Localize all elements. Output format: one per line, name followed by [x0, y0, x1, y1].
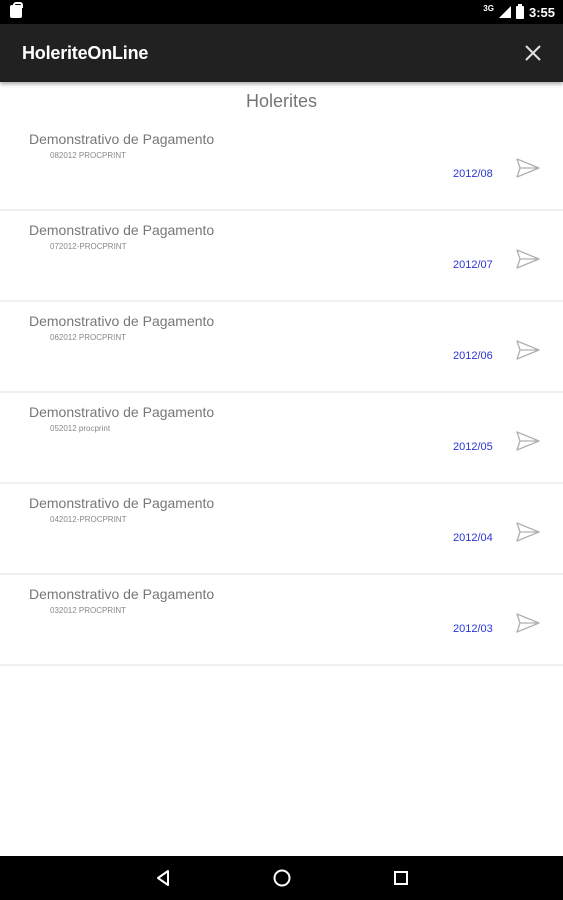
recents-button[interactable] [390, 867, 412, 889]
list-item[interactable]: Demonstrativo de Pagamento 032012 PROCPR… [0, 575, 563, 666]
send-icon[interactable] [515, 611, 541, 635]
item-title: Demonstrativo de Pagamento [29, 313, 215, 329]
signal-icon [498, 6, 511, 18]
network-type-label: 3G [483, 3, 494, 13]
status-indicators: 3G 3:55 [483, 0, 555, 24]
item-date: 2012/03 [453, 623, 493, 635]
item-subtitle: 062012 PROCPRINT [50, 333, 127, 342]
item-date: 2012/05 [453, 441, 493, 453]
list-item[interactable]: Demonstrativo de Pagamento 072012-PROCPR… [0, 211, 563, 302]
home-button[interactable] [271, 867, 293, 889]
item-subtitle: 042012-PROCPRINT [50, 515, 127, 524]
recents-square-icon [394, 871, 408, 885]
item-title: Demonstrativo de Pagamento [29, 222, 215, 238]
item-title: Demonstrativo de Pagamento [29, 404, 215, 420]
status-bar: 3G 3:55 [0, 0, 563, 24]
notification-bag-icon [10, 2, 23, 18]
item-title: Demonstrativo de Pagamento [29, 131, 215, 147]
close-button[interactable] [517, 37, 549, 69]
item-subtitle: 082012 PROCPRINT [50, 151, 127, 160]
app-bar: HoleriteOnLine [0, 24, 563, 82]
close-icon [525, 45, 541, 61]
item-subtitle: 052012 procprint [50, 424, 111, 433]
item-date: 2012/08 [453, 168, 493, 180]
page-title: Holerites [245, 91, 318, 111]
list-item[interactable]: Demonstrativo de Pagamento 042012-PROCPR… [0, 484, 563, 575]
item-date: 2012/07 [453, 259, 493, 271]
back-button[interactable] [152, 867, 174, 889]
send-icon[interactable] [515, 520, 541, 544]
status-clock: 3:55 [528, 4, 555, 20]
send-icon[interactable] [515, 156, 541, 180]
main-content: Holerites Demonstrativo de Pagamento 082… [0, 82, 563, 856]
send-icon[interactable] [515, 429, 541, 453]
item-subtitle: 032012 PROCPRINT [50, 606, 127, 615]
system-nav-bar [0, 856, 563, 900]
send-icon[interactable] [515, 247, 541, 271]
payslip-list: Demonstrativo de Pagamento 082012 PROCPR… [0, 120, 563, 666]
item-date: 2012/06 [453, 350, 493, 362]
back-triangle-icon [157, 870, 169, 886]
item-title: Demonstrativo de Pagamento [29, 495, 215, 511]
item-title: Demonstrativo de Pagamento [29, 586, 215, 602]
item-subtitle: 072012-PROCPRINT [50, 242, 127, 251]
list-item[interactable]: Demonstrativo de Pagamento 062012 PROCPR… [0, 302, 563, 393]
app-title: HoleriteOnLine [22, 43, 149, 63]
send-icon[interactable] [515, 338, 541, 362]
home-circle-icon [273, 869, 291, 887]
list-item[interactable]: Demonstrativo de Pagamento 082012 PROCPR… [0, 120, 563, 211]
list-item[interactable]: Demonstrativo de Pagamento 052012 procpr… [0, 393, 563, 484]
item-date: 2012/04 [453, 532, 493, 544]
battery-icon [515, 3, 524, 19]
